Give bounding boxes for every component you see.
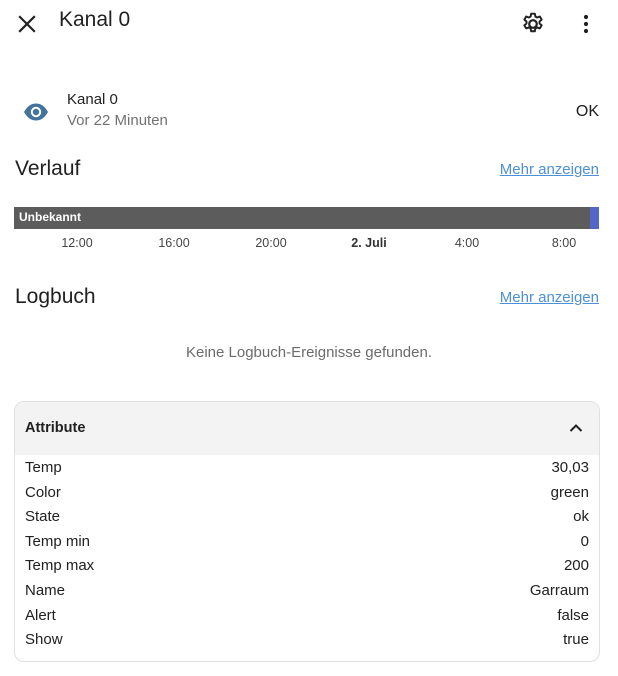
attribute-key: Temp: [25, 459, 62, 476]
timeline-tick: 8:00: [551, 236, 577, 250]
attribute-row: State ok: [15, 507, 599, 532]
entity-state-row[interactable]: Kanal 0 Vor 22 Minuten OK: [0, 88, 618, 136]
timeline-tick: 12:00: [61, 236, 93, 250]
attributes-title: Attribute: [25, 420, 86, 436]
entity-last-changed: Vor 22 Minuten: [67, 112, 168, 129]
attribute-row: Temp min 0: [15, 532, 599, 557]
attribute-value: green: [550, 483, 589, 501]
attribute-key: Alert: [25, 606, 56, 624]
attributes-list: Temp 30,03 Color green State ok Temp min…: [15, 458, 599, 655]
attribute-value: false: [557, 606, 589, 624]
gear-icon[interactable]: [520, 11, 546, 37]
timeline-tick: 2. Juli: [351, 236, 387, 250]
history-more-link[interactable]: Mehr anzeigen: [500, 161, 599, 178]
timeline-segment-label: Unbekannt: [19, 210, 82, 224]
close-icon[interactable]: [14, 11, 40, 37]
dialog-header: Kanal 0: [0, 0, 618, 48]
attribute-key: Color: [25, 483, 61, 501]
logbook-title: Logbuch: [15, 285, 96, 308]
attribute-row: Show true: [15, 630, 599, 655]
attribute-key: State: [25, 508, 61, 526]
dialog-title: Kanal 0: [59, 8, 131, 31]
logbook-empty-message: Keine Logbuch-Ereignisse gefunden.: [185, 344, 432, 361]
chevron-up-icon: [567, 419, 585, 437]
attribute-key: Temp min: [25, 532, 91, 550]
timeline-tick: 4:00: [454, 236, 480, 250]
logbook-more-link[interactable]: Mehr anzeigen: [500, 289, 599, 306]
attribute-row: Name Garraum: [15, 581, 599, 606]
attribute-value: Garraum: [529, 581, 589, 599]
more-vertical-icon[interactable]: [574, 11, 598, 37]
timeline-tick: 20:00: [255, 236, 287, 250]
attribute-value: 0: [580, 532, 589, 550]
attribute-key: Show: [25, 631, 63, 649]
attribute-row: Temp max 200: [15, 556, 599, 581]
attribute-row: Color green: [15, 483, 599, 508]
history-title: Verlauf: [15, 157, 81, 180]
attribute-value: true: [563, 631, 589, 649]
attributes-panel: Attribute Temp 30,03 Color green State o…: [14, 401, 600, 662]
entity-name: Kanal 0: [67, 91, 118, 108]
attribute-value: ok: [573, 508, 589, 526]
eye-icon: [22, 100, 50, 124]
attribute-key: Temp max: [25, 557, 95, 575]
history-timeline[interactable]: Unbekannt: [14, 207, 599, 229]
attribute-value: 200: [563, 557, 589, 575]
attribute-value: 30,03: [551, 459, 589, 476]
timeline-tick: 16:00: [158, 236, 190, 250]
attribute-row: Temp 30,03: [15, 458, 599, 483]
timeline-segment-current[interactable]: [590, 207, 599, 229]
entity-state-value: OK: [575, 103, 599, 120]
attribute-key: Name: [25, 581, 66, 599]
attributes-header[interactable]: Attribute: [15, 402, 599, 455]
attribute-row: Alert false: [15, 606, 599, 631]
